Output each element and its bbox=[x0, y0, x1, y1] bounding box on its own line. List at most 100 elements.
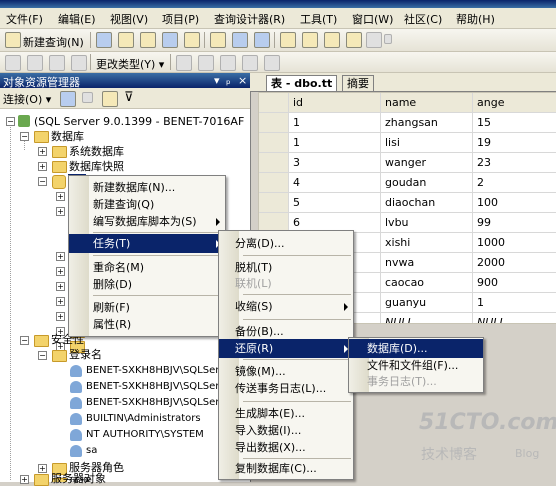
show-results-icon[interactable] bbox=[71, 55, 87, 71]
dropdown-arrow-icon[interactable]: ▾ bbox=[214, 74, 220, 87]
show-diagram-icon[interactable] bbox=[5, 55, 21, 71]
add-derived-table-icon[interactable] bbox=[264, 55, 280, 71]
table-row[interactable]: 5 diaochan 100 bbox=[259, 193, 556, 213]
row-header[interactable] bbox=[259, 173, 289, 192]
collapse-toggle[interactable]: − bbox=[38, 351, 47, 360]
expand-toggle[interactable]: + bbox=[38, 162, 47, 171]
change-type-dropdown[interactable]: 更改类型(Y) ▾ bbox=[96, 56, 164, 72]
menu-project[interactable]: 项目(P) bbox=[162, 11, 199, 27]
toolbox-icon[interactable] bbox=[366, 32, 382, 48]
expand-toggle[interactable]: + bbox=[56, 192, 65, 201]
table-cell[interactable]: 4 bbox=[289, 173, 381, 192]
table-cell[interactable]: diaochan bbox=[381, 193, 473, 212]
expand-toggle[interactable]: + bbox=[56, 312, 65, 321]
table-row[interactable]: 1 zhangsan 15 bbox=[259, 113, 556, 133]
row-header[interactable] bbox=[259, 113, 289, 132]
table-cell[interactable]: 23 bbox=[473, 153, 556, 172]
new-query-button[interactable]: 新建查询(N) bbox=[23, 34, 84, 50]
expand-toggle[interactable]: + bbox=[56, 267, 65, 276]
menu-tools[interactable]: 工具(T) bbox=[300, 11, 337, 27]
tab-table-tt[interactable]: 表 - dbo.tt bbox=[266, 75, 338, 91]
table-row[interactable]: 1 lisi 19 bbox=[259, 133, 556, 153]
login-item[interactable]: BENET-SXKH8HBJV\SQLServe bbox=[86, 363, 231, 378]
login-item[interactable]: sa bbox=[86, 443, 97, 458]
menu-item-copy-database[interactable]: 复制数据库(C)... bbox=[219, 459, 353, 478]
table-cell[interactable]: 1 bbox=[289, 113, 381, 132]
menu-item-restore-transaction-log[interactable]: 事务日志(T)... bbox=[349, 372, 483, 391]
collapse-toggle[interactable]: − bbox=[20, 132, 29, 141]
disconnect-icon[interactable] bbox=[60, 91, 76, 107]
expand-toggle[interactable]: + bbox=[20, 475, 29, 484]
collapse-toggle[interactable]: − bbox=[6, 117, 15, 126]
close-icon[interactable]: × bbox=[238, 74, 247, 87]
properties-icon[interactable] bbox=[346, 32, 362, 48]
column-header[interactable]: name bbox=[381, 93, 473, 112]
menu-file[interactable]: 文件(F) bbox=[6, 11, 43, 27]
expand-toggle[interactable]: + bbox=[56, 297, 65, 306]
table-cell[interactable]: 2 bbox=[473, 173, 556, 192]
open-file-icon[interactable] bbox=[210, 32, 226, 48]
save-all-icon[interactable] bbox=[254, 32, 270, 48]
table-cell[interactable]: guanyu bbox=[381, 293, 473, 312]
table-cell[interactable]: NULL bbox=[381, 313, 473, 323]
analysis-query-icon[interactable] bbox=[118, 32, 134, 48]
table-cell[interactable]: lvbu bbox=[381, 213, 473, 232]
registered-servers-icon[interactable] bbox=[280, 32, 296, 48]
table-cell[interactable]: goudan bbox=[381, 173, 473, 192]
system-databases-node[interactable]: 系统数据库 bbox=[69, 144, 124, 159]
databases-node[interactable]: 数据库 bbox=[51, 129, 84, 144]
column-header[interactable]: id bbox=[289, 93, 381, 112]
menu-item-bring-online[interactable]: 联机(L) bbox=[219, 274, 353, 293]
dmx-query-icon[interactable] bbox=[162, 32, 178, 48]
template-explorer-icon[interactable] bbox=[324, 32, 340, 48]
mdx-query-icon[interactable] bbox=[140, 32, 156, 48]
toolbar-options-icon[interactable] bbox=[384, 34, 392, 44]
expand-toggle[interactable]: + bbox=[56, 207, 65, 216]
menu-item-ship-transaction-logs[interactable]: 传送事务日志(L)... bbox=[219, 379, 353, 398]
group-by-icon[interactable] bbox=[220, 55, 236, 71]
verify-sql-icon[interactable] bbox=[198, 55, 214, 71]
menu-item-script-database-as[interactable]: 编写数据库脚本为(S) bbox=[69, 212, 225, 231]
row-header[interactable] bbox=[259, 193, 289, 212]
show-sql-icon[interactable] bbox=[49, 55, 65, 71]
table-row[interactable]: 4 goudan 2 bbox=[259, 173, 556, 193]
add-table-icon[interactable] bbox=[242, 55, 258, 71]
menu-window[interactable]: 窗口(W) bbox=[352, 11, 393, 27]
tab-summary[interactable]: 摘要 bbox=[342, 75, 374, 91]
xmla-query-icon[interactable] bbox=[184, 32, 200, 48]
execute-sql-icon[interactable] bbox=[176, 55, 192, 71]
row-header[interactable] bbox=[259, 153, 289, 172]
database-engine-query-icon[interactable] bbox=[96, 32, 112, 48]
menu-help[interactable]: 帮助(H) bbox=[456, 11, 495, 27]
table-cell[interactable]: 15 bbox=[473, 113, 556, 132]
login-item[interactable]: BENET-SXKH8HBJV\SQLServe bbox=[86, 379, 231, 394]
menu-community[interactable]: 社区(C) bbox=[404, 11, 442, 27]
pin-icon[interactable]: ₚ bbox=[226, 74, 231, 87]
menu-item-properties[interactable]: 属性(R) bbox=[69, 315, 225, 334]
login-item[interactable]: BENET-SXKH8HBJV\SQLServe bbox=[86, 395, 231, 410]
expand-toggle[interactable]: + bbox=[38, 464, 47, 473]
database-snapshots-node[interactable]: 数据库快照 bbox=[69, 159, 124, 174]
collapse-toggle[interactable]: − bbox=[38, 177, 47, 186]
menu-view[interactable]: 视图(V) bbox=[110, 11, 148, 27]
table-cell[interactable]: NULL bbox=[473, 313, 556, 323]
expand-toggle[interactable]: + bbox=[56, 282, 65, 291]
row-header[interactable] bbox=[259, 133, 289, 152]
table-row[interactable]: 3 wanger 23 bbox=[259, 153, 556, 173]
table-cell[interactable]: 1000 bbox=[473, 233, 556, 252]
menu-item-detach[interactable]: 分离(D)... bbox=[219, 234, 353, 253]
menu-edit[interactable]: 编辑(E) bbox=[58, 11, 96, 27]
table-cell[interactable]: wanger bbox=[381, 153, 473, 172]
show-criteria-icon[interactable] bbox=[27, 55, 43, 71]
expand-toggle[interactable]: + bbox=[56, 252, 65, 261]
menu-query-designer[interactable]: 查询设计器(R) bbox=[214, 11, 285, 27]
menu-item-restore[interactable]: 还原(R) bbox=[219, 339, 353, 358]
expand-toggle[interactable]: + bbox=[38, 147, 47, 156]
server-objects-node[interactable]: 服务器对象 bbox=[51, 471, 106, 486]
login-item[interactable]: NT AUTHORITY\SYSTEM bbox=[86, 427, 204, 442]
collapse-toggle[interactable]: − bbox=[20, 336, 29, 345]
menu-item-shrink[interactable]: 收缩(S) bbox=[219, 297, 353, 316]
table-cell[interactable]: 1 bbox=[289, 133, 381, 152]
menu-item-delete[interactable]: 删除(D) bbox=[69, 275, 225, 294]
menu-item-export-data[interactable]: 导出数据(X)... bbox=[219, 438, 353, 457]
